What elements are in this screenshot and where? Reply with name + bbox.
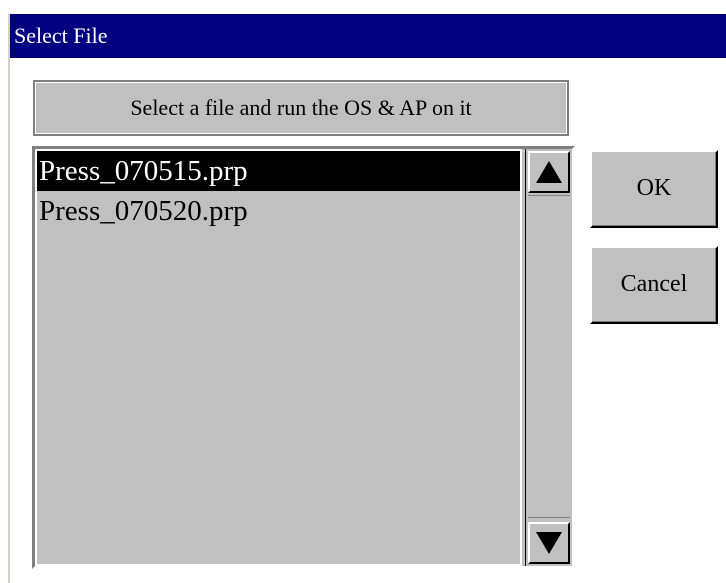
scroll-up-button[interactable] bbox=[528, 151, 570, 193]
title-bar[interactable]: Select File bbox=[10, 14, 726, 58]
scroll-track[interactable] bbox=[528, 195, 570, 518]
file-list: Press_070515.prp Press_070520.prp bbox=[35, 149, 522, 566]
triangle-up-icon bbox=[536, 161, 562, 183]
file-list-item[interactable]: Press_070515.prp bbox=[37, 151, 520, 191]
triangle-down-icon bbox=[536, 532, 562, 554]
vertical-scrollbar[interactable] bbox=[525, 149, 572, 566]
instruction-label: Select a file and run the OS & AP on it bbox=[33, 80, 569, 136]
cancel-button[interactable]: Cancel bbox=[590, 246, 718, 324]
scroll-down-button[interactable] bbox=[528, 522, 570, 564]
file-list-item[interactable]: Press_070520.prp bbox=[37, 191, 520, 231]
select-file-dialog: Select File Select a file and run the OS… bbox=[8, 14, 726, 583]
window-title: Select File bbox=[14, 23, 108, 48]
file-listbox[interactable]: Press_070515.prp Press_070520.prp bbox=[32, 146, 575, 569]
ok-button[interactable]: OK bbox=[590, 150, 718, 228]
